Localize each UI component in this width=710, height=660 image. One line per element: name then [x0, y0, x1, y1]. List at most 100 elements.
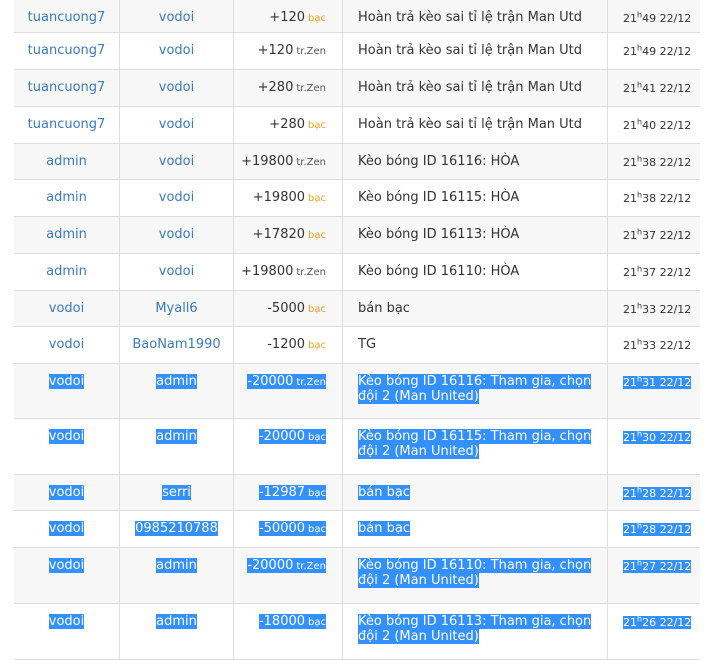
time-cell: 21h27 22/12	[607, 548, 700, 603]
from-user-link[interactable]: admin	[46, 264, 87, 279]
time-hour: 21	[623, 155, 637, 169]
to-user-link[interactable]: 0985210788	[135, 521, 218, 536]
from-user-link[interactable]: admin	[46, 227, 87, 242]
table-row: vodoi admin -20000 bạc Kèo bóng ID 16115: Th…	[14, 419, 700, 475]
amount-group: -50000 bạc	[258, 521, 326, 536]
time-date: 22/12	[659, 338, 692, 352]
to-user-link[interactable]: Myall6	[155, 301, 197, 316]
to-user-link[interactable]: BaoNam1990	[132, 337, 220, 352]
to-user-link[interactable]: vodoi	[159, 190, 194, 205]
time-cell: 21h38 22/12	[607, 180, 700, 216]
amount-value: -20000	[258, 429, 306, 444]
time-minute: 37	[642, 228, 657, 242]
to-user-link[interactable]: vodoi	[159, 43, 194, 58]
amount-value: +120	[269, 10, 306, 25]
amount-value: -5000	[267, 301, 306, 316]
to-user-link[interactable]: admin	[156, 374, 197, 389]
from-user-cell: admin	[14, 254, 119, 290]
to-user-link[interactable]: vodoi	[159, 117, 194, 132]
amount-value: +17820	[252, 227, 306, 242]
time-cell: 21h26 22/12	[607, 604, 700, 659]
transaction-note: bán bạc	[358, 485, 410, 500]
time-hour: 21	[623, 11, 637, 25]
time-cell: 21h33 22/12	[607, 327, 700, 363]
time-date: 22/12	[659, 191, 692, 205]
to-user-cell: BaoNam1990	[119, 327, 233, 363]
from-user-link[interactable]: vodoi	[48, 521, 85, 536]
timestamp: 21h31 22/12	[623, 374, 692, 389]
note-cell: Kèo bóng ID 16113: HÒA	[342, 217, 607, 253]
transaction-note: Hoàn trả kèo sai tỉ lệ trận Man Utd	[358, 43, 583, 58]
transaction-note: Kèo bóng ID 16110: HÒA	[358, 264, 520, 279]
amount-value: -50000	[258, 521, 306, 536]
to-user-cell: vodoi	[119, 254, 233, 290]
from-user-link[interactable]: vodoi	[48, 485, 85, 500]
to-user-link[interactable]: vodoi	[159, 227, 194, 242]
time-hour: 21	[623, 559, 637, 573]
to-user-link[interactable]: admin	[156, 558, 197, 573]
from-user-link[interactable]: tuancuong7	[28, 43, 106, 58]
time-date: 22/12	[659, 559, 692, 573]
time-date: 22/12	[659, 486, 692, 500]
to-user-cell: vodoi	[119, 0, 233, 32]
note-cell: Kèo bóng ID 16115: HÒA	[342, 180, 607, 216]
from-user-link[interactable]: admin	[46, 190, 87, 205]
timestamp: 21h27 22/12	[623, 558, 692, 573]
transaction-note: Hoàn trả kèo sai tỉ lệ trận Man Utd	[358, 80, 583, 95]
time-cell: 21h28 22/12	[607, 511, 700, 547]
table-row: admin vodoi +19800 tr.Zen Kèo bóng ID 16116:…	[14, 144, 700, 180]
from-user-cell: admin	[14, 217, 119, 253]
amount-group: +17820 bạc	[253, 227, 326, 242]
amount-value: +280	[257, 80, 294, 95]
to-user-link[interactable]: vodoi	[159, 80, 194, 95]
timestamp: 21h26 22/12	[623, 614, 692, 629]
to-user-link[interactable]: serri	[162, 485, 191, 500]
note-cell: Hoàn trả kèo sai tỉ lệ trận Man Utd	[342, 0, 607, 32]
transaction-note: Kèo bóng ID 16116: Tham gia, chọn đội 2 …	[358, 374, 592, 404]
from-user-link[interactable]: admin	[46, 154, 87, 169]
from-user-link[interactable]: tuancuong7	[28, 117, 106, 132]
to-user-link[interactable]: admin	[156, 429, 197, 444]
amount-cell: -20000 tr.Zen	[233, 548, 342, 603]
currency-unit: bạc	[308, 340, 326, 351]
from-user-cell: vodoi	[14, 291, 119, 326]
from-user-link[interactable]: tuancuong7	[28, 80, 106, 95]
from-user-link[interactable]: vodoi	[48, 614, 85, 629]
currency-unit: bạc	[308, 120, 326, 131]
to-user-link[interactable]: vodoi	[159, 154, 194, 169]
currency-unit: bạc	[308, 524, 326, 535]
table-row: admin vodoi +17820 bạc Kèo bóng ID 16113: HÒ…	[14, 217, 700, 254]
from-user-link[interactable]: vodoi	[49, 337, 84, 352]
time-hour: 21	[623, 302, 637, 316]
timestamp: 21h49 22/12	[623, 10, 691, 25]
amount-group: +19800 tr.Zen	[241, 154, 326, 169]
time-cell: 21h37 22/12	[607, 217, 700, 253]
from-user-link[interactable]: vodoi	[49, 301, 84, 316]
from-user-cell: vodoi	[14, 604, 119, 659]
amount-value: -1200	[267, 337, 306, 352]
from-user-link[interactable]: vodoi	[48, 558, 85, 573]
from-user-cell: admin	[14, 144, 119, 179]
time-date: 22/12	[659, 228, 692, 242]
transaction-note: Kèo bóng ID 16113: Tham gia, chọn đội 2 …	[358, 614, 592, 644]
time-date: 22/12	[659, 155, 692, 169]
from-user-cell: vodoi	[14, 327, 119, 363]
amount-group: +120 tr.Zen	[258, 43, 326, 58]
time-hour: 21	[623, 81, 637, 95]
from-user-link[interactable]: tuancuong7	[28, 10, 106, 25]
timestamp: 21h33 22/12	[623, 337, 692, 352]
from-user-link[interactable]: vodoi	[48, 429, 85, 444]
currency-unit: bạc	[308, 617, 326, 628]
amount-value: +120	[257, 43, 294, 58]
to-user-link[interactable]: admin	[156, 614, 197, 629]
from-user-cell: tuancuong7	[14, 107, 119, 143]
from-user-link[interactable]: vodoi	[48, 374, 85, 389]
time-minute: 33	[642, 302, 657, 316]
to-user-link[interactable]: vodoi	[159, 10, 194, 25]
amount-group: +280 bạc	[269, 117, 326, 132]
currency-unit: bạc	[308, 432, 326, 443]
to-user-link[interactable]: vodoi	[159, 264, 194, 279]
to-user-cell: vodoi	[119, 180, 233, 216]
to-user-cell: vodoi	[119, 107, 233, 143]
amount-cell: -18000 bạc	[233, 604, 342, 659]
